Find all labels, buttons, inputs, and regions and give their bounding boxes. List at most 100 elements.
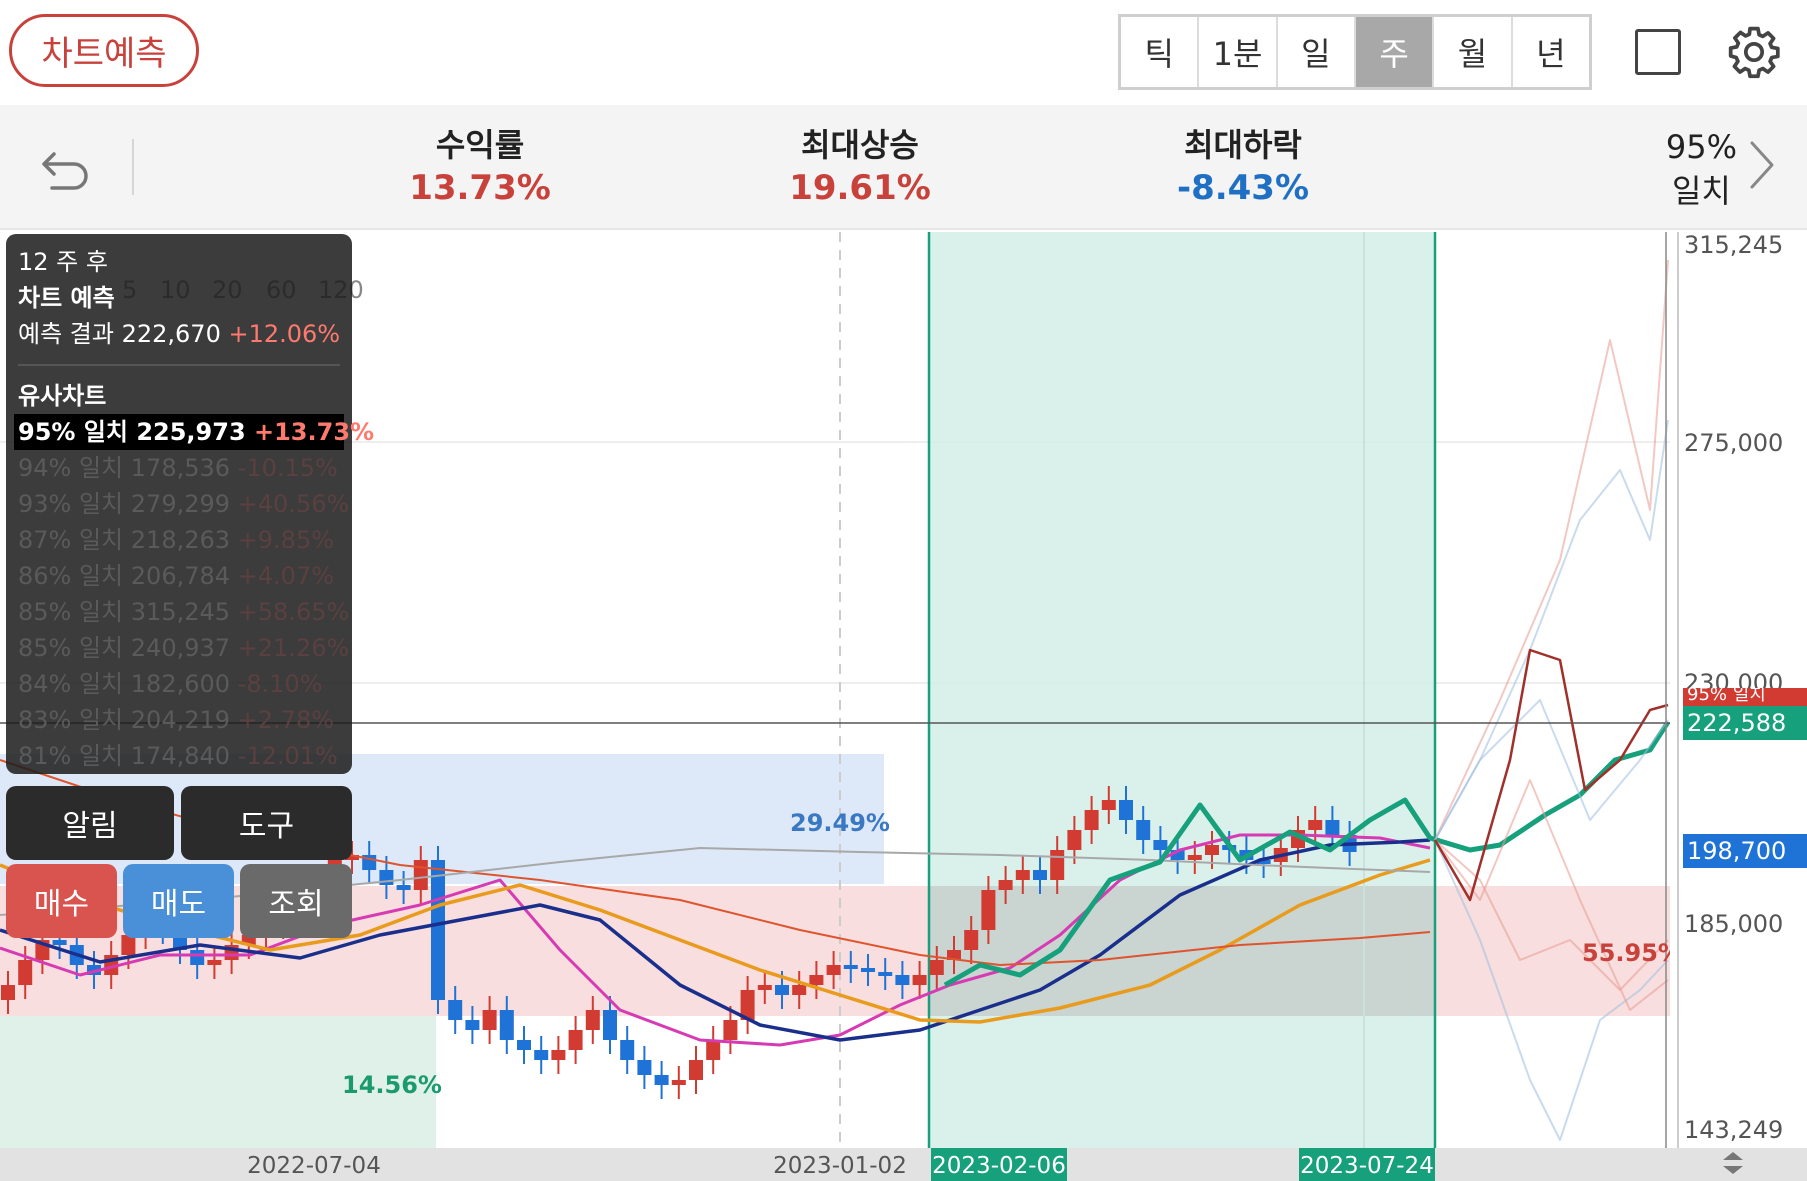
x-tick-label: 2023-01-02 [773, 1153, 907, 1179]
buy-button[interactable]: 매수 [6, 864, 117, 938]
candle-body [757, 985, 772, 990]
undo-icon[interactable] [38, 140, 94, 196]
stats-bar: 수익률 13.73% 최대상승 19.61% 최대하락 -8.43% 95% 일… [0, 105, 1807, 230]
tab-week[interactable]: 주 [1355, 17, 1435, 87]
similar-match-label: 86% 일치 [18, 562, 124, 590]
forecast-result-price: 222,670 [121, 320, 221, 348]
y-tick-label: 275,000 [1684, 429, 1783, 457]
similar-match-row[interactable]: 85% 일치 240,937 +21.26% [18, 630, 349, 666]
chart-forecast-button[interactable]: 차트예측 [9, 14, 199, 87]
stat-max-drop-value: -8.43% [1176, 168, 1310, 208]
forecast-result-label: 예측 결과 [18, 320, 114, 348]
candle-body [671, 1080, 686, 1085]
tools-button[interactable]: 도구 [181, 786, 352, 860]
similar-match-row[interactable]: 87% 일치 218,263 +9.85% [18, 522, 340, 558]
candle-body [1136, 820, 1151, 840]
candle-body [1067, 830, 1082, 850]
similar-match-label: 85% 일치 [18, 634, 124, 662]
stat-return: 수익률 13.73% [400, 125, 560, 211]
candle-body [775, 985, 789, 995]
similar-match-change: +58.65% [237, 598, 350, 626]
lookup-button[interactable]: 조회 [240, 864, 352, 938]
similar-match-label: 95% 일치 [18, 418, 128, 446]
similar-match-row[interactable]: 93% 일치 279,299 +40.56% [18, 486, 349, 522]
match-word: 일치 [1671, 172, 1731, 210]
similar-match-label: 85% 일치 [18, 598, 124, 626]
candle-body [551, 1050, 566, 1060]
candle-body [637, 1060, 652, 1075]
candle-body [1205, 845, 1219, 855]
candle-body [654, 1075, 669, 1085]
similar-match-row[interactable]: 81% 일치 174,840 -12.01% [18, 738, 340, 774]
similar-match-list: 95% 일치 225,973 +13.73% 94% 일치 178,536 -10… [14, 414, 374, 774]
fullscreen-icon[interactable] [1635, 29, 1681, 75]
tab-day[interactable]: 일 [1278, 17, 1356, 87]
chevron-right-icon[interactable] [1746, 137, 1776, 193]
similar-match-row[interactable]: 84% 일치 182,600 -8.10% [18, 666, 340, 702]
y-tick-label: 185,000 [1684, 910, 1783, 938]
candle-body [1084, 810, 1099, 830]
similar-match-price: 174,840 [130, 742, 231, 770]
tab-tick[interactable]: 틱 [1121, 17, 1200, 87]
y-tick-label: 315,245 [1684, 231, 1783, 259]
similar-match-row[interactable]: 86% 일치 206,784 +4.07% [18, 558, 340, 594]
sell-button[interactable]: 매도 [123, 864, 234, 938]
candle-body [121, 935, 136, 955]
similar-match-change: +4.07% [237, 562, 335, 590]
candle-body [18, 960, 33, 985]
similar-match-label: 93% 일치 [18, 490, 124, 518]
candle-body [413, 860, 428, 890]
candle-body [482, 1010, 497, 1030]
similar-match-price: 315,245 [130, 598, 231, 626]
candle-body [52, 940, 67, 945]
stat-max-rise: 최대상승 19.61% [780, 125, 940, 211]
candle-body [1119, 800, 1133, 820]
period-selector: 틱 1분 일 주 월 년 [1118, 14, 1592, 90]
candle-body [396, 885, 411, 890]
candle-body [723, 1020, 738, 1040]
alarm-button[interactable]: 알림 [6, 786, 174, 860]
candle-body [1015, 870, 1030, 880]
match-summary[interactable]: 95% 일치 [1666, 125, 1737, 213]
candle-body [1033, 870, 1047, 880]
candle-body [843, 965, 858, 969]
similar-match-price: 182,600 [130, 670, 231, 698]
tab-1min[interactable]: 1분 [1199, 17, 1278, 87]
similar-match-row[interactable]: 94% 일치 178,536 -10.15% [18, 450, 340, 486]
similar-match-price: 204,219 [130, 706, 231, 734]
stat-return-label: 수익률 [435, 126, 525, 164]
similar-match-change: -12.01% [237, 742, 338, 770]
similar-match-change: +13.73% [254, 418, 375, 446]
candle-body [809, 975, 824, 985]
range-end-label: 2023-07-24 [1300, 1153, 1434, 1179]
candle-body [499, 1010, 514, 1040]
gear-icon[interactable] [1726, 24, 1782, 80]
similar-match-row[interactable]: 85% 일치 315,245 +58.65% [18, 594, 349, 630]
candle-body [620, 1040, 635, 1060]
candle-body [792, 985, 807, 995]
candle-body [448, 1000, 463, 1020]
tab-month[interactable]: 월 [1434, 17, 1513, 87]
candle-body [568, 1030, 583, 1050]
candle-body [431, 860, 445, 1000]
candle-body [1050, 850, 1065, 880]
candle-body [1308, 820, 1323, 830]
candle-body [826, 965, 841, 975]
similar-match-change: +21.26% [237, 634, 350, 662]
candle-body [1325, 820, 1340, 835]
candle-body [603, 1010, 617, 1040]
stat-return-value: 13.73% [409, 168, 551, 208]
similar-match-label: 94% 일치 [18, 454, 124, 482]
similar-match-row[interactable]: 83% 일치 204,219 +2.78% [18, 702, 340, 738]
similar-match-change: +2.78% [237, 706, 335, 734]
stat-max-drop: 최대하락 -8.43% [1163, 125, 1323, 211]
candle-body [207, 960, 222, 965]
tab-year[interactable]: 년 [1513, 17, 1589, 87]
forecast-title: 차트 예측 [18, 284, 115, 312]
match-price-tag: 95% 일치 [1683, 688, 1807, 706]
candle-body [190, 950, 205, 965]
similar-match-row[interactable]: 95% 일치 225,973 +13.73% [14, 414, 374, 450]
candle-body [1101, 800, 1116, 810]
zone-red-label: 55.95% [1582, 939, 1682, 967]
zone-upper-label: 29.49% [790, 809, 890, 837]
